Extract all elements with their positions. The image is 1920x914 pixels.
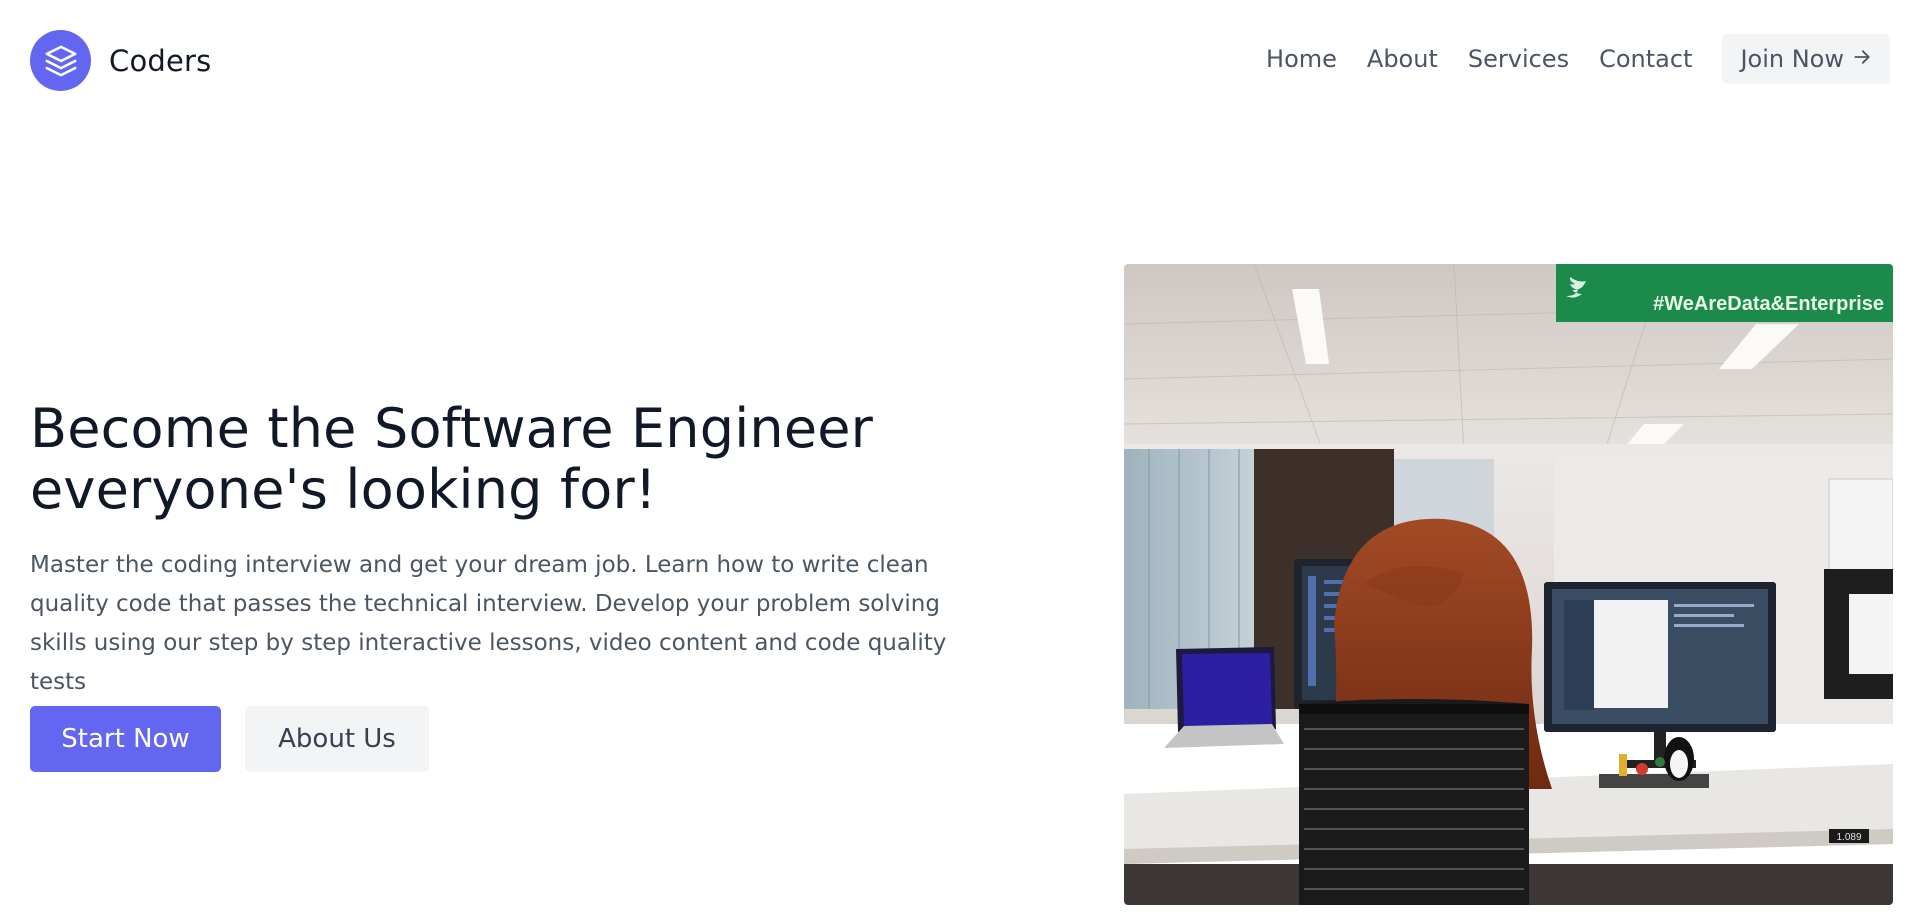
hero-description: Master the coding interview and get your… xyxy=(30,552,947,695)
nav-link-services[interactable]: Services xyxy=(1468,47,1569,71)
layers-icon xyxy=(30,30,91,91)
join-now-button[interactable]: Join Now xyxy=(1722,34,1890,84)
site-header: Coders Home About Services Contact Join … xyxy=(0,0,1920,122)
hero-title-line1: Become the Software Engineer xyxy=(30,397,874,460)
hero-title: Become the Software Engineer everyone's … xyxy=(30,398,930,520)
hero-title-line2: everyone's looking for! xyxy=(30,458,657,521)
corner-tag: 1.089 xyxy=(1836,832,1861,843)
nav-link-home[interactable]: Home xyxy=(1266,47,1337,71)
hero-actions: Start Now About Us xyxy=(30,706,429,772)
hero-office-image: #WeAreData&Enterprise 1.089 xyxy=(1124,264,1893,905)
brand[interactable]: Coders xyxy=(30,30,211,91)
main-nav: Home About Services Contact Join Now xyxy=(1266,34,1890,84)
brand-name: Coders xyxy=(109,43,212,78)
banner-text: #WeAreData&Enterprise xyxy=(1653,293,1884,315)
start-now-button[interactable]: Start Now xyxy=(30,706,221,772)
nav-link-about[interactable]: About xyxy=(1367,47,1438,71)
nav-link-contact[interactable]: Contact xyxy=(1599,47,1692,71)
arrow-right-icon xyxy=(1852,45,1872,73)
join-now-label: Join Now xyxy=(1740,45,1844,73)
about-us-button[interactable]: About Us xyxy=(245,706,429,772)
